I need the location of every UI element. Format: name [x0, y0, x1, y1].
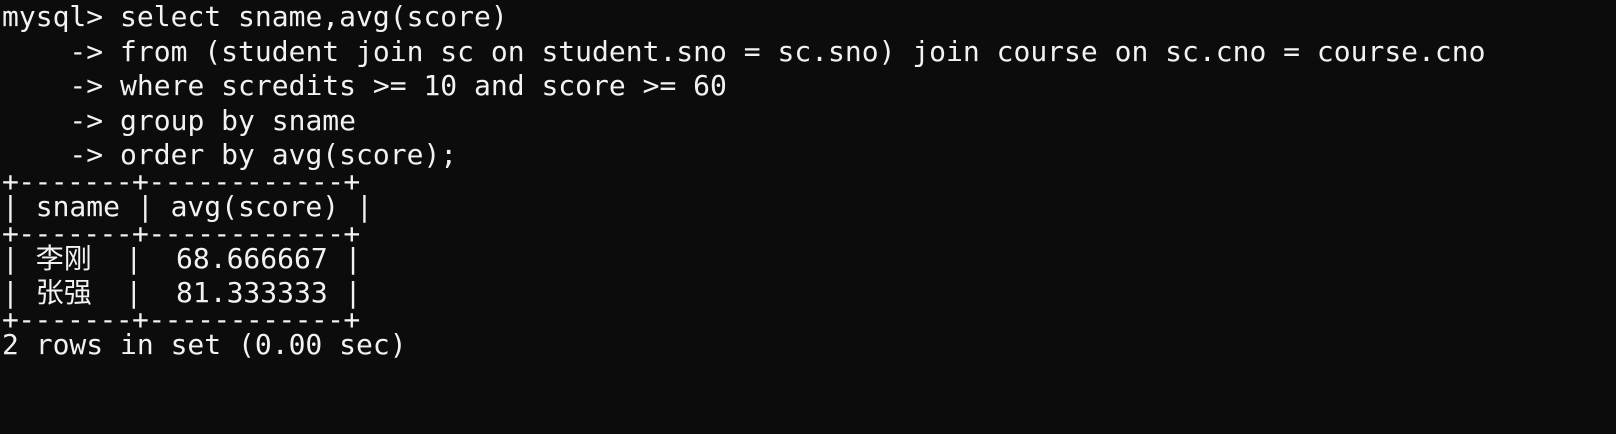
query-text: group by sname	[120, 103, 357, 137]
query-line-2: -> from (student join sc on student.sno …	[2, 35, 1616, 70]
query-text: where scredits >= 10 and score >= 60	[120, 69, 727, 103]
query-line-4: -> group by sname	[2, 104, 1616, 139]
mysql-prompt: mysql>	[2, 0, 121, 33]
table-border-bottom: +-------+------------+	[2, 302, 360, 336]
query-line-1: mysql> select sname,avg(score)	[2, 0, 1616, 35]
result-summary: 2 rows in set (0.00 sec)	[2, 327, 407, 361]
table-row: | 李刚 | 68.666667 |	[2, 241, 362, 275]
table-border-top: +-------+------------+	[2, 164, 360, 198]
continuation-prompt: ->	[2, 69, 121, 103]
continuation-prompt: ->	[2, 103, 121, 137]
query-text: from (student join sc on student.sno = s…	[120, 34, 1486, 68]
continuation-prompt: ->	[2, 34, 121, 68]
query-text: select sname,avg(score)	[120, 0, 508, 33]
table-border-middle: +-------+------------+	[2, 216, 360, 250]
terminal-window[interactable]: mysql> select sname,avg(score) -> from (…	[0, 0, 1616, 434]
query-line-3: -> where scredits >= 10 and score >= 60	[2, 69, 1616, 104]
